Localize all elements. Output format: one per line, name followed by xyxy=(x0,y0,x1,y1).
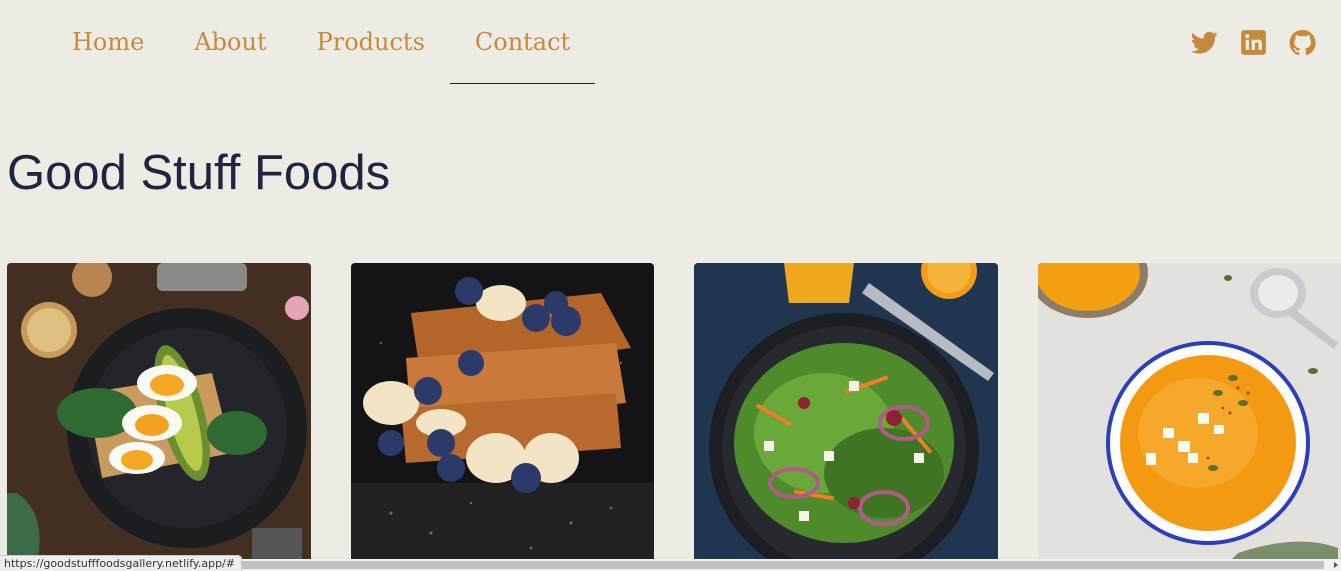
twitter-icon[interactable] xyxy=(1191,29,1218,56)
gallery-image-avocado-egg-toast[interactable] xyxy=(7,263,311,563)
gallery-image-green-salad[interactable] xyxy=(694,263,998,563)
nav-item-about[interactable]: About xyxy=(169,0,291,84)
linkedin-icon[interactable] xyxy=(1240,29,1267,56)
gallery-image-french-toast[interactable] xyxy=(351,263,654,563)
nav-item-products[interactable]: Products xyxy=(292,0,450,84)
nav-item-home[interactable]: Home xyxy=(47,0,169,84)
github-icon[interactable] xyxy=(1289,29,1316,56)
page-title: Good Stuff Foods xyxy=(7,146,391,200)
main-nav: Home About Products Contact xyxy=(47,0,596,84)
gallery-image-pumpkin-soup[interactable] xyxy=(1038,263,1341,563)
scroll-right-arrow-icon[interactable] xyxy=(1334,562,1338,568)
status-bar-url: https://goodstufffoodsgallery.netlify.ap… xyxy=(0,555,242,571)
nav-item-contact[interactable]: Contact xyxy=(449,0,596,84)
page: Home About Products Contact Good Stuff F… xyxy=(0,0,1341,571)
social-links xyxy=(1191,29,1316,56)
